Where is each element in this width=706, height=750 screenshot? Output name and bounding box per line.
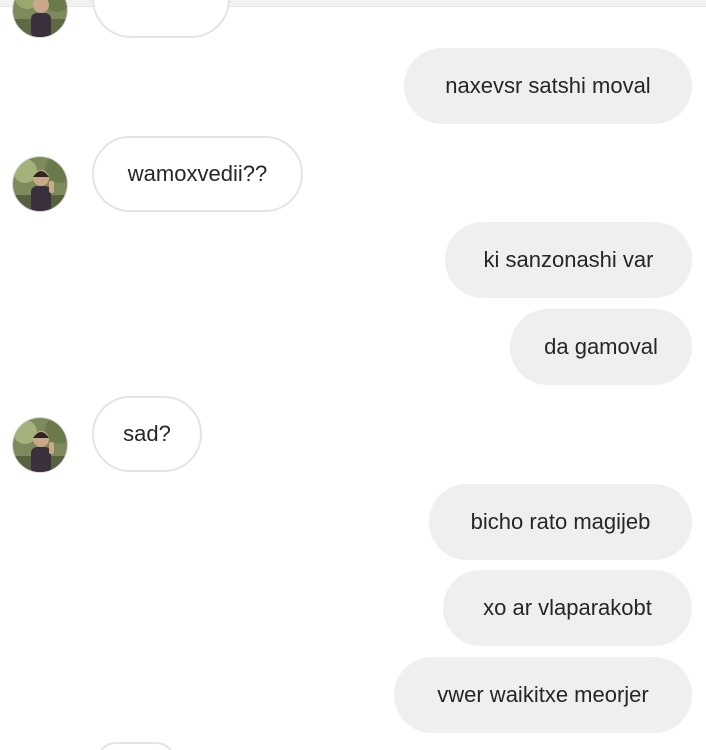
message-bubble-partial[interactable] (96, 742, 176, 750)
avatar-photo-icon (13, 418, 67, 472)
contact-avatar[interactable] (12, 417, 68, 473)
message-bubble-outgoing[interactable]: vwer waikitxe meorjer (394, 657, 692, 733)
avatar-photo-icon (13, 157, 67, 211)
message-text: naxevsr satshi moval (445, 73, 651, 98)
chat-screen: naxevsr satshi moval wamoxvedii?? ki san… (0, 0, 706, 750)
message-bubble-partial[interactable] (92, 0, 230, 38)
message-bubble-incoming[interactable]: wamoxvedii?? (92, 136, 303, 212)
message-text: ki sanzonashi var (483, 247, 654, 272)
message-bubble-outgoing[interactable]: xo ar vlaparakobt (443, 570, 692, 646)
message-text: da gamoval (544, 334, 658, 359)
contact-avatar[interactable] (12, 0, 68, 38)
message-bubble-outgoing[interactable]: naxevsr satshi moval (404, 48, 692, 124)
contact-avatar[interactable] (12, 156, 68, 212)
message-text: bicho rato magijeb (470, 509, 651, 534)
message-bubble-incoming[interactable]: sad? (92, 396, 202, 472)
message-text: vwer waikitxe meorjer (437, 682, 649, 707)
message-text: xo ar vlaparakobt (483, 595, 652, 620)
message-text: sad? (123, 421, 171, 446)
message-bubble-outgoing[interactable]: da gamoval (510, 309, 692, 385)
message-bubble-outgoing[interactable]: ki sanzonashi var (445, 222, 692, 298)
avatar-photo-icon (13, 0, 67, 37)
message-bubble-outgoing[interactable]: bicho rato magijeb (429, 484, 692, 560)
message-text: wamoxvedii?? (127, 161, 268, 186)
